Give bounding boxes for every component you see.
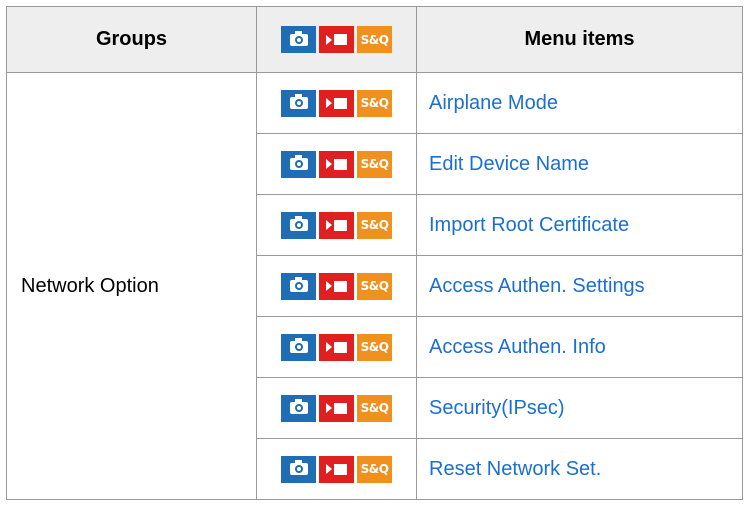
menu-item-reset-network-set-link[interactable]: Reset Network Set. <box>429 458 601 480</box>
still-camera-icon <box>281 211 316 239</box>
menu-item-import-root-certificate-link[interactable]: Import Root Certificate <box>429 214 629 236</box>
header-groups: Groups <box>6 6 257 73</box>
sq-icon: S&Q <box>357 150 392 178</box>
movie-icon <box>319 150 354 178</box>
movie-icon <box>319 455 354 483</box>
sq-icon: S&Q <box>357 89 392 117</box>
still-camera-icon <box>281 89 316 117</box>
mode-icons: S&Q <box>281 211 392 239</box>
sq-icon: S&Q <box>357 26 392 53</box>
still-camera-icon <box>281 394 316 422</box>
menu-table: Groups S&Q Menu items Network Option S&Q <box>6 6 743 500</box>
mode-icons: S&Q <box>281 455 392 483</box>
mode-icons: S&Q <box>281 89 392 117</box>
mode-icons: S&Q <box>281 150 392 178</box>
menu-item-cell: Import Root Certificate <box>416 194 743 256</box>
menu-item-cell: Access Authen. Settings <box>416 255 743 317</box>
movie-icon <box>319 272 354 300</box>
menu-item-access-authen-info-link[interactable]: Access Authen. Info <box>429 336 606 358</box>
mode-icons-cell: S&Q <box>256 316 417 378</box>
menu-item-cell: Edit Device Name <box>416 133 743 195</box>
mode-icons-cell: S&Q <box>256 194 417 256</box>
still-camera-icon <box>281 455 316 483</box>
mode-icons-cell: S&Q <box>256 72 417 134</box>
sq-icon: S&Q <box>357 394 392 422</box>
group-network-option: Network Option <box>6 72 257 500</box>
menu-item-access-authen-settings-link[interactable]: Access Authen. Settings <box>429 275 645 297</box>
still-camera-icon <box>281 150 316 178</box>
mode-icons-cell: S&Q <box>256 255 417 317</box>
menu-item-cell: Airplane Mode <box>416 72 743 134</box>
mode-icons-cell: S&Q <box>256 377 417 439</box>
menu-item-cell: Reset Network Set. <box>416 438 743 500</box>
still-camera-icon <box>281 333 316 361</box>
table-row: Network Option S&Q Airplane Mode <box>6 72 743 500</box>
mode-icons: S&Q <box>281 26 392 53</box>
movie-icon <box>319 333 354 361</box>
menu-item-cell: Access Authen. Info <box>416 316 743 378</box>
mode-icons: S&Q <box>281 333 392 361</box>
sq-icon: S&Q <box>357 272 392 300</box>
movie-icon <box>319 211 354 239</box>
sq-icon: S&Q <box>357 333 392 361</box>
menu-item-airplane-mode-link[interactable]: Airplane Mode <box>429 92 558 114</box>
header-modes: S&Q <box>256 6 417 73</box>
sq-icon: S&Q <box>357 455 392 483</box>
mode-icons-cell: S&Q <box>256 133 417 195</box>
still-camera-icon <box>281 26 316 53</box>
movie-icon <box>319 89 354 117</box>
mode-icons: S&Q <box>281 394 392 422</box>
mode-icons-cell: S&Q <box>256 438 417 500</box>
header-menu-items: Menu items <box>416 6 743 73</box>
sq-icon: S&Q <box>357 211 392 239</box>
still-camera-icon <box>281 272 316 300</box>
movie-icon <box>319 394 354 422</box>
menu-item-security-ipsec-link[interactable]: Security(IPsec) <box>429 397 565 419</box>
movie-icon <box>319 26 354 53</box>
menu-item-edit-device-name-link[interactable]: Edit Device Name <box>429 153 589 175</box>
header-row: Groups S&Q Menu items <box>6 6 743 73</box>
menu-item-cell: Security(IPsec) <box>416 377 743 439</box>
mode-icons: S&Q <box>281 272 392 300</box>
